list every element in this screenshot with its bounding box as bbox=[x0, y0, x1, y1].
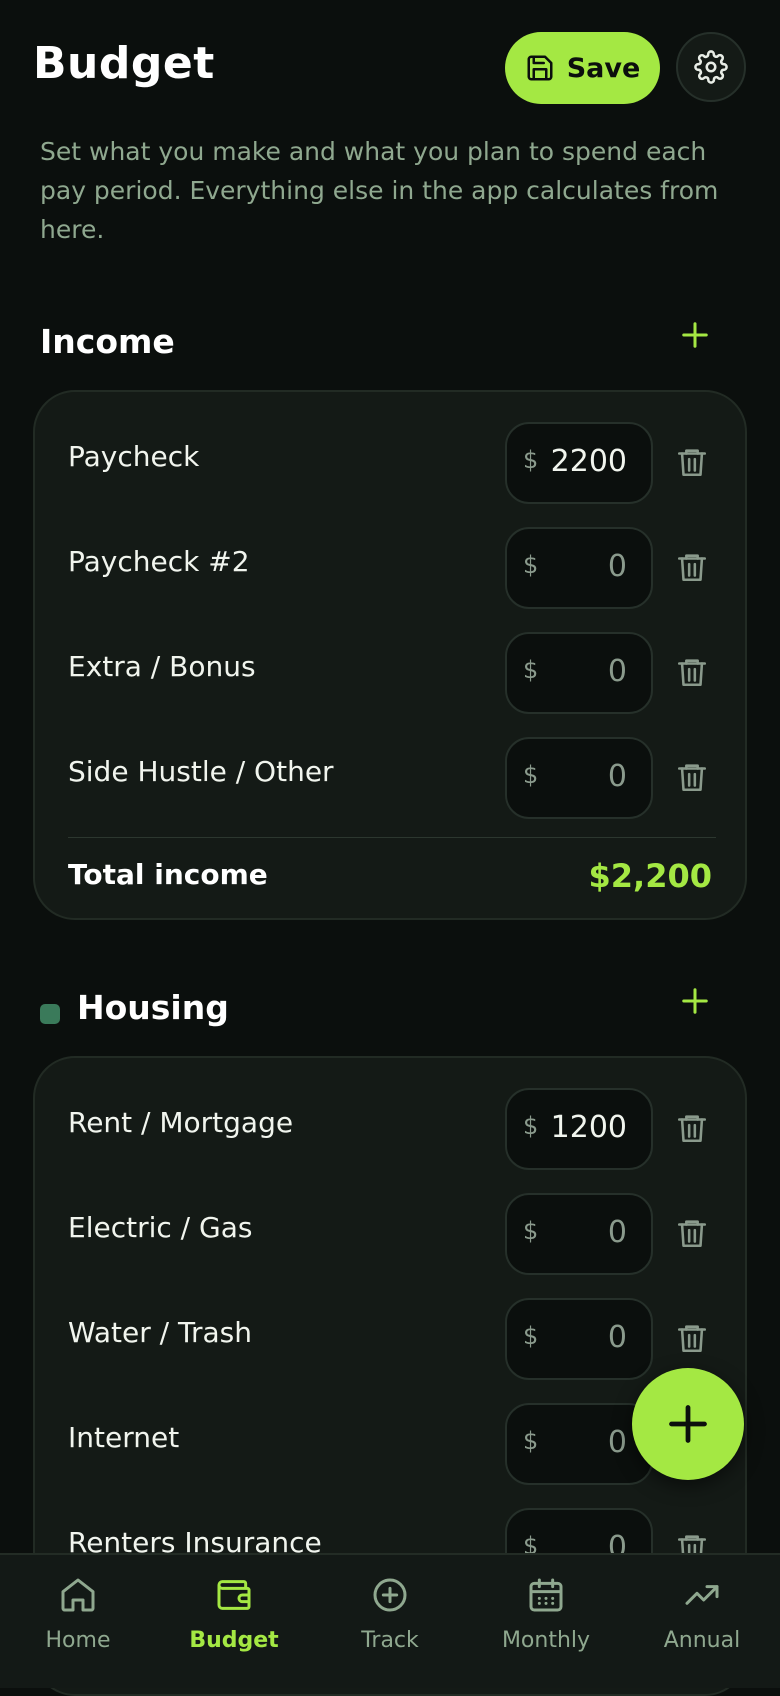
nav-item-budget[interactable]: Budget bbox=[156, 1573, 312, 1673]
save-button[interactable]: Save bbox=[505, 32, 660, 104]
amount-value: 0 bbox=[607, 759, 627, 794]
total-income-value: $2,200 bbox=[588, 857, 712, 895]
income-row-label: Paycheck bbox=[68, 440, 200, 473]
housing-section-title: Housing bbox=[77, 988, 229, 1027]
delete-row-button[interactable] bbox=[675, 1215, 709, 1251]
trash-icon bbox=[677, 659, 707, 687]
delete-row-button[interactable] bbox=[675, 1320, 709, 1356]
save-icon bbox=[527, 55, 553, 81]
intro-text: Set what you make and what you plan to s… bbox=[40, 137, 719, 244]
bottom-nav: Home Budget Track Monthly Annual bbox=[0, 1553, 780, 1688]
nav-item-monthly[interactable]: Monthly bbox=[468, 1573, 624, 1673]
currency-symbol: $ bbox=[523, 656, 539, 684]
amount-input[interactable]: $ 2200 bbox=[505, 422, 653, 504]
total-income-label: Total income bbox=[68, 858, 268, 891]
delete-row-button[interactable] bbox=[675, 759, 709, 795]
add-transaction-fab[interactable] bbox=[632, 1368, 744, 1480]
currency-symbol: $ bbox=[523, 1322, 539, 1350]
trash-icon bbox=[677, 764, 707, 792]
trash-icon bbox=[677, 1325, 707, 1353]
nav-label: Budget bbox=[189, 1628, 279, 1653]
amount-value: 0 bbox=[607, 1425, 627, 1460]
amount-input[interactable]: $ 0 bbox=[505, 1298, 653, 1380]
nav-item-annual[interactable]: Annual bbox=[624, 1573, 780, 1673]
nav-item-home[interactable]: Home bbox=[0, 1573, 156, 1673]
delete-row-button[interactable] bbox=[675, 444, 709, 480]
amount-input[interactable]: $ 0 bbox=[505, 1193, 653, 1275]
amount-value: 0 bbox=[607, 1215, 627, 1250]
currency-symbol: $ bbox=[523, 551, 539, 579]
trash-icon bbox=[677, 449, 707, 477]
income-row-label: Paycheck #2 bbox=[68, 545, 250, 578]
income-card: Paycheck $ 2200 Paycheck #2 $ 0 Extra / … bbox=[33, 390, 747, 920]
amount-value: 0 bbox=[607, 549, 627, 584]
expense-row: Water / Trash $ 0 bbox=[35, 1298, 745, 1380]
delete-row-button[interactable] bbox=[675, 654, 709, 690]
plus-circle-icon bbox=[373, 1578, 407, 1612]
plus-icon bbox=[682, 988, 708, 1014]
settings-button[interactable] bbox=[676, 32, 746, 102]
expense-row: Electric / Gas $ 0 bbox=[35, 1193, 745, 1275]
calendar-icon bbox=[529, 1578, 563, 1612]
currency-symbol: $ bbox=[523, 446, 539, 474]
add-housing-button[interactable] bbox=[670, 976, 720, 1026]
income-row: Side Hustle / Other $ 0 bbox=[35, 737, 745, 819]
amount-input[interactable]: $ 0 bbox=[505, 527, 653, 609]
amount-input[interactable]: $ 1200 bbox=[505, 1088, 653, 1170]
nav-label: Track bbox=[361, 1628, 419, 1653]
amount-input[interactable]: $ 0 bbox=[505, 1403, 653, 1485]
income-row: Paycheck #2 $ 0 bbox=[35, 527, 745, 609]
plus-icon bbox=[669, 1405, 707, 1443]
income-row-label: Extra / Bonus bbox=[68, 650, 256, 683]
currency-symbol: $ bbox=[523, 1112, 539, 1140]
amount-value: 2200 bbox=[550, 444, 627, 479]
expense-row-label: Internet bbox=[68, 1421, 180, 1454]
gear-icon bbox=[694, 50, 728, 84]
income-section-title: Income bbox=[40, 322, 175, 361]
save-button-label: Save bbox=[566, 52, 641, 84]
amount-value: 0 bbox=[607, 1320, 627, 1355]
nav-item-track[interactable]: Track bbox=[312, 1573, 468, 1673]
page-title: Budget bbox=[33, 38, 215, 89]
amount-value: 0 bbox=[607, 654, 627, 689]
wallet-icon bbox=[217, 1580, 251, 1610]
trend-icon bbox=[685, 1585, 719, 1605]
income-row: Extra / Bonus $ 0 bbox=[35, 632, 745, 714]
currency-symbol: $ bbox=[523, 761, 539, 789]
plus-icon bbox=[682, 322, 708, 348]
income-row-label: Side Hustle / Other bbox=[68, 755, 334, 788]
nav-label: Annual bbox=[663, 1628, 741, 1653]
currency-symbol: $ bbox=[523, 1217, 539, 1245]
nav-label: Home bbox=[45, 1628, 111, 1653]
expense-row-label: Water / Trash bbox=[68, 1316, 252, 1349]
header: Budget Save bbox=[0, 0, 780, 130]
nav-label: Monthly bbox=[501, 1628, 591, 1653]
amount-input[interactable]: $ 0 bbox=[505, 737, 653, 819]
trash-icon bbox=[677, 554, 707, 582]
category-color-dot bbox=[40, 1004, 60, 1024]
delete-row-button[interactable] bbox=[675, 1110, 709, 1146]
trash-icon bbox=[677, 1115, 707, 1143]
expense-row: Rent / Mortgage $ 1200 bbox=[35, 1088, 745, 1170]
amount-value: 1200 bbox=[550, 1110, 627, 1145]
add-income-button[interactable] bbox=[670, 310, 720, 360]
income-row: Paycheck $ 2200 bbox=[35, 422, 745, 504]
currency-symbol: $ bbox=[523, 1427, 539, 1455]
home-icon bbox=[61, 1578, 95, 1612]
expense-row-label: Rent / Mortgage bbox=[68, 1106, 294, 1139]
expense-row-label: Electric / Gas bbox=[68, 1211, 253, 1244]
trash-icon bbox=[677, 1220, 707, 1248]
amount-input[interactable]: $ 0 bbox=[505, 632, 653, 714]
delete-row-button[interactable] bbox=[675, 549, 709, 585]
divider bbox=[68, 837, 716, 838]
